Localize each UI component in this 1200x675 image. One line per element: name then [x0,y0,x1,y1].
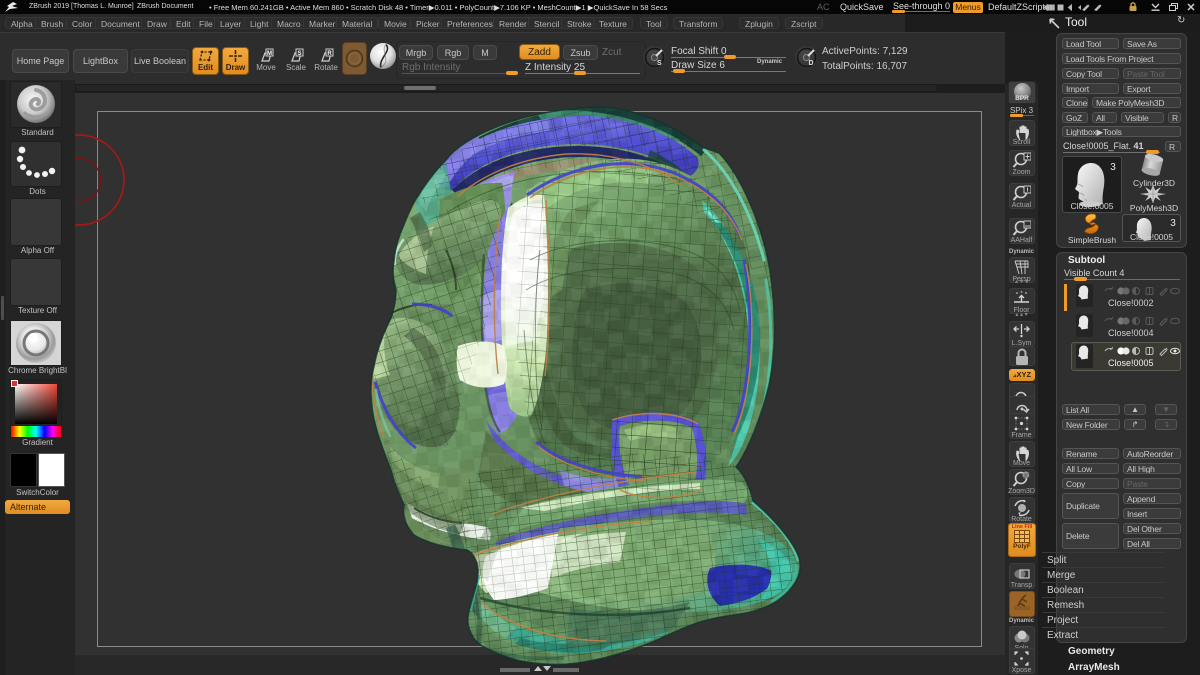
svg-text:S: S [297,51,301,57]
svg-text:R: R [327,51,332,57]
svg-text:S: S [657,60,662,67]
svg-text:M: M [267,51,272,57]
svg-text:3D: 3D [1024,474,1031,480]
svg-text:D: D [809,60,814,67]
svg-text:3: 3 [1110,162,1116,173]
svg-text:3: 3 [1170,218,1176,229]
